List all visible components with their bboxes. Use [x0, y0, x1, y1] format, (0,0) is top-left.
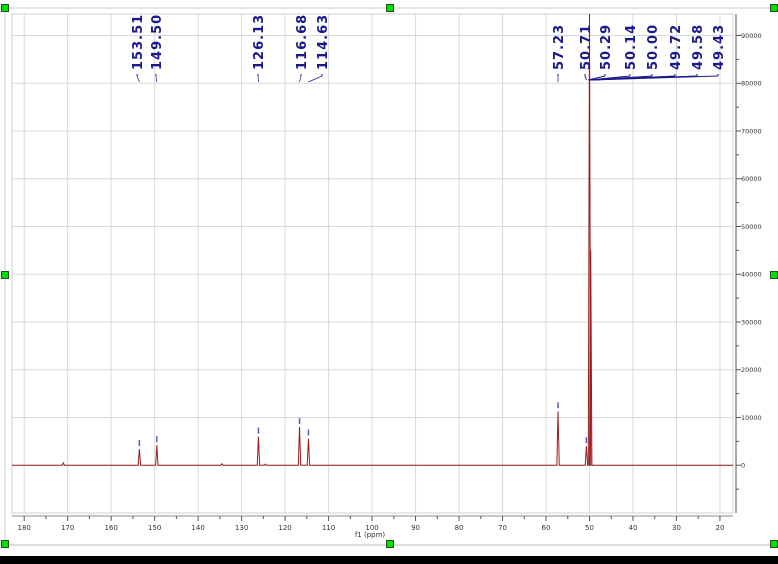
resize-handle-bottom-left[interactable] [1, 540, 9, 548]
y-tick-label: 40000 [741, 271, 762, 279]
y-tick-label: 30000 [741, 318, 762, 326]
x-tick-label: 50 [585, 524, 594, 532]
x-tick-label: 150 [148, 524, 161, 532]
taskbar-strip [0, 556, 778, 564]
x-tick-label: 30 [672, 524, 681, 532]
resize-handle-top-right[interactable] [770, 4, 778, 12]
y-tick-label: 0 [741, 462, 745, 470]
x-tick-label: 90 [411, 524, 420, 532]
x-tick-label: 80 [455, 524, 464, 532]
y-tick-label: 20000 [741, 366, 762, 374]
resize-handle-bottom-center[interactable] [386, 540, 394, 548]
y-tick-label: 90000 [741, 32, 762, 40]
peak-label-text: 153.51 [131, 14, 146, 70]
resize-handle-top-left[interactable] [1, 4, 9, 12]
peak-label-text: 49.58 [691, 24, 706, 70]
peak-label-text: 149.50 [150, 14, 165, 70]
x-tick-label: 20 [715, 524, 724, 532]
peak-label-text: 50.00 [646, 24, 661, 70]
y-tick-label: 10000 [741, 414, 762, 422]
x-tick-label: 60 [542, 524, 551, 532]
resize-handle-bottom-right[interactable] [770, 540, 778, 548]
peak-label-text: 114.63 [316, 14, 331, 70]
spectrum-frame: 180 170 160 150 140 130 120 110 100 90 80 70 60 50 40 3… [0, 0, 778, 556]
y-tick-label: 60000 [741, 175, 762, 183]
x-tick-label: 180 [17, 524, 30, 532]
x-axis-label: f1 (ppm) [355, 531, 386, 539]
nmr-spectrum-chart: 180 170 160 150 140 130 120 110 100 90 80 70 60 50 40 3… [4, 7, 778, 546]
peak-label-text: 57.23 [552, 24, 567, 70]
y-tick-label: 80000 [741, 80, 762, 88]
x-tick-label: 140 [191, 524, 204, 532]
peak-label-text: 126.13 [252, 14, 267, 70]
y-tick-label: 50000 [741, 223, 762, 231]
resize-handle-middle-right[interactable] [770, 271, 778, 279]
peak-label-text: 50.71 [579, 24, 594, 70]
peak-label-text: 116.68 [295, 14, 310, 70]
x-tick-label: 70 [498, 524, 507, 532]
x-tick-label: 160 [104, 524, 117, 532]
peak-label-text: 49.72 [669, 24, 684, 70]
peak-label-text: 50.14 [624, 24, 639, 70]
x-tick-label: 120 [278, 524, 291, 532]
resize-handle-middle-left[interactable] [1, 271, 9, 279]
resize-handle-top-center[interactable] [386, 4, 394, 12]
x-tick-label: 40 [629, 524, 638, 532]
x-tick-label: 170 [61, 524, 74, 532]
peak-label-text: 49.43 [712, 24, 727, 70]
y-tick-label: 70000 [741, 127, 762, 135]
x-tick-label: 110 [322, 524, 335, 532]
x-tick-label: 130 [235, 524, 248, 532]
peak-label-text: 50.29 [599, 24, 614, 70]
